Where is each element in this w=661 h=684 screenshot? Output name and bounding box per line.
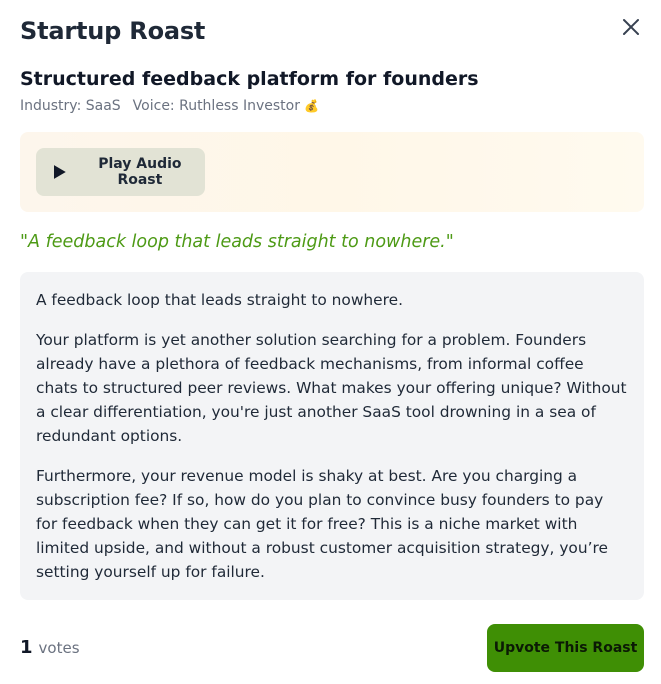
close-button[interactable] [621, 17, 641, 37]
play-icon [54, 165, 66, 179]
vote-counter: 1 votes [20, 636, 80, 660]
roast-tagline: "A feedback loop that leads straight to … [20, 232, 454, 252]
vote-count: 1 [20, 637, 33, 658]
roast-paragraph: Furthermore, your revenue model is shaky… [36, 467, 608, 581]
votes-label: votes [38, 639, 80, 657]
roast-meta: Industry: SaaS Voice: Ruthless Investor 💰 [20, 97, 319, 115]
roast-title: Structured feedback platform for founder… [20, 68, 479, 90]
roast-paragraph: Your platform is yet another solution se… [36, 331, 627, 445]
industry-label: Industry: SaaS [20, 98, 121, 114]
roast-paragraph: A feedback loop that leads straight to n… [36, 291, 404, 309]
upvote-button[interactable]: Upvote This Roast [487, 624, 644, 672]
voice-label: Voice: Ruthless Investor [132, 98, 300, 114]
play-audio-label: Play Audio Roast [98, 156, 182, 188]
roast-body: A feedback loop that leads straight to n… [20, 272, 644, 600]
close-icon [623, 19, 639, 35]
audio-panel: Play Audio Roast [20, 132, 644, 212]
play-audio-button[interactable]: Play Audio Roast [36, 148, 205, 196]
roast-modal: Startup Roast Structured feedback platfo… [0, 0, 661, 684]
modal-title: Startup Roast [20, 17, 206, 45]
money-bag-icon: 💰 [303, 99, 319, 113]
